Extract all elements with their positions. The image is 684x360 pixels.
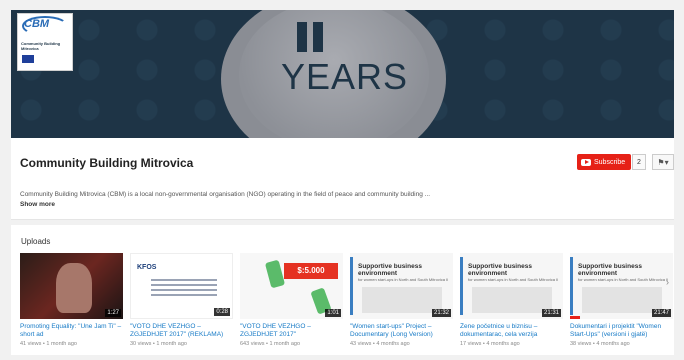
video-thumbnail[interactable]: KFOS 0:28 <box>130 253 233 319</box>
video-card[interactable]: Supportive business environment for wome… <box>570 253 673 347</box>
thumb-subtitle: for women start-ups in North and South M… <box>358 277 449 282</box>
video-duration: 21:47 <box>651 309 671 317</box>
description-text: Community Building Mitrovica (CBM) is a … <box>20 191 431 198</box>
flag-menu-button[interactable]: ⚑▾ <box>652 154 674 170</box>
video-title[interactable]: Dokumentari i projektit "Women Start-Ups… <box>570 323 673 339</box>
youtube-play-icon <box>581 158 591 166</box>
subscribe-label: Subscribe <box>594 158 626 166</box>
video-meta: 17 views • 4 months ago <box>460 341 520 347</box>
video-thumbnail[interactable]: Supportive business environment for wome… <box>460 253 563 319</box>
video-shelf: 1:27 Promoting Equality: "Une Jam Ti" – … <box>20 253 673 347</box>
video-duration: 21:31 <box>541 309 561 317</box>
kfos-logo: KFOS <box>137 264 157 271</box>
channel-header: Community Building Mitrovica Subscribe 2… <box>11 138 674 220</box>
channel-name[interactable]: Community Building Mitrovica <box>20 156 193 170</box>
logo-caption: Community Building Mitrovica <box>21 41 61 51</box>
video-card[interactable]: KFOS 0:28 "VOTO DHE VËZHGO – ZGJEDHJET 2… <box>130 253 233 347</box>
subscribe-button[interactable]: Subscribe <box>577 154 631 170</box>
logo-text: CBM <box>24 18 50 30</box>
channel-description: Community Building Mitrovica (CBM) is a … <box>20 190 440 210</box>
thumb-title: Supportive business environment <box>578 263 642 277</box>
video-thumbnail[interactable]: $:5.000 1:01 <box>240 253 343 319</box>
banner-years-text: YEARS <box>281 56 409 97</box>
video-title[interactable]: "VOTO DHE VËZHGO – ZGJEDHJET 2017" <box>240 323 343 339</box>
video-duration: 0:28 <box>214 308 230 316</box>
thumb-sign: $:5.000 <box>284 263 338 279</box>
channel-avatar[interactable]: CBM Community Building Mitrovica <box>17 13 73 71</box>
uploads-section: Uploads 1:27 Promoting Equality: "Une Ja… <box>11 225 674 355</box>
uploads-title[interactable]: Uploads <box>21 237 50 246</box>
video-duration: 1:27 <box>105 309 121 317</box>
chevron-right-icon[interactable]: › <box>666 277 669 287</box>
video-title[interactable]: "VOTO DHE VËZHGO – ZGJEDHJET 2017" (REKL… <box>130 323 233 339</box>
video-meta: 43 views • 4 months ago <box>350 341 410 347</box>
thumb-subtitle: for women start-ups in North and South M… <box>578 277 669 282</box>
video-thumbnail[interactable]: 1:27 <box>20 253 123 319</box>
video-meta: 41 views • 1 month ago <box>20 341 77 347</box>
video-meta: 38 views • 4 months ago <box>570 341 630 347</box>
thumb-title: Supportive business environment <box>468 263 532 277</box>
video-title[interactable]: "Women start-ups" Project – Documentary … <box>350 323 453 339</box>
video-duration: 21:32 <box>431 309 451 317</box>
thumb-title: Supportive business environment <box>358 263 422 277</box>
video-thumbnail[interactable]: Supportive business environment for wome… <box>570 253 673 319</box>
thumb-subtitle: for women start-ups in North and South M… <box>468 277 559 282</box>
video-card[interactable]: 1:27 Promoting Equality: "Une Jam Ti" – … <box>20 253 123 347</box>
watch-progress-bar <box>570 316 581 319</box>
video-card[interactable]: $:5.000 1:01 "VOTO DHE VËZHGO – ZGJEDHJE… <box>240 253 343 347</box>
eu-flag-icon <box>22 55 34 63</box>
channel-banner: YEARS <box>11 10 674 138</box>
video-title[interactable]: Promoting Equality: "Une Jam Ti" – short… <box>20 323 123 339</box>
banner-number-graphic <box>297 22 323 52</box>
video-card[interactable]: Supportive business environment for wome… <box>460 253 563 347</box>
video-duration: 1:01 <box>325 309 341 317</box>
video-thumbnail[interactable]: Supportive business environment for wome… <box>350 253 453 319</box>
video-meta: 30 views • 1 month ago <box>130 341 187 347</box>
video-card[interactable]: Supportive business environment for wome… <box>350 253 453 347</box>
subscriber-count: 2 <box>632 154 646 170</box>
video-title[interactable]: Žene početnice u biznisu – dokumentarac,… <box>460 323 563 339</box>
video-meta: 643 views • 1 month ago <box>240 341 301 347</box>
show-more-link[interactable]: Show more <box>20 201 55 208</box>
